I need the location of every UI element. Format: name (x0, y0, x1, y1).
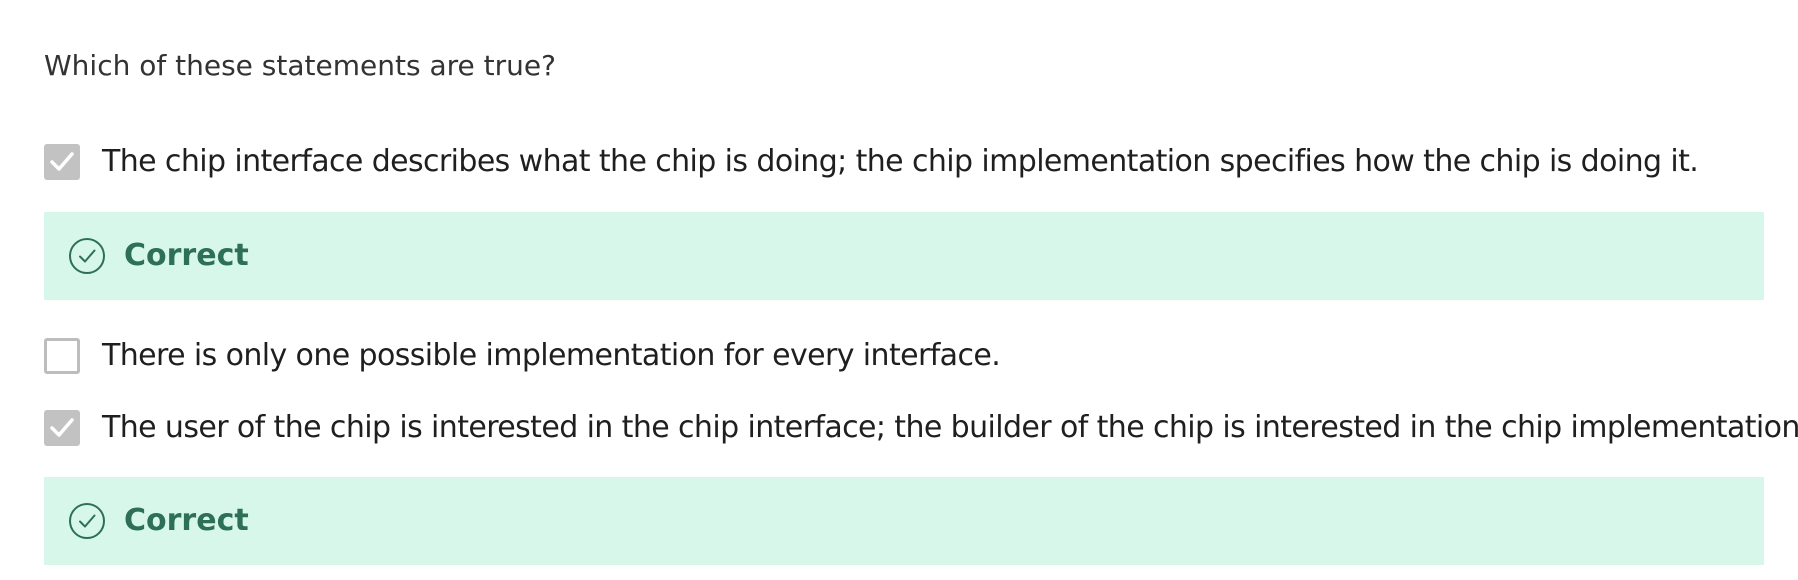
option-1-feedback: Correct (44, 212, 1764, 300)
checkmark-icon (50, 152, 74, 171)
option-3-feedback: Correct (44, 477, 1764, 565)
question-text: Which of these statements are true? (44, 49, 556, 82)
option-3[interactable]: The user of the chip is interested in th… (44, 410, 1798, 446)
option-1-label: The chip interface describes what the ch… (102, 144, 1699, 179)
check-circle-icon (69, 503, 105, 539)
option-2-checkbox[interactable] (44, 338, 80, 374)
check-circle-icon (69, 238, 105, 274)
option-2-label: There is only one possible implementatio… (102, 338, 1001, 373)
option-1-checkbox[interactable] (44, 144, 80, 180)
option-1[interactable]: The chip interface describes what the ch… (44, 144, 1699, 180)
option-2[interactable]: There is only one possible implementatio… (44, 338, 1001, 374)
feedback-label: Correct (124, 503, 249, 538)
feedback-label: Correct (124, 238, 249, 273)
option-3-checkbox[interactable] (44, 410, 80, 446)
checkmark-icon (50, 418, 74, 437)
option-3-label: The user of the chip is interested in th… (102, 410, 1798, 445)
